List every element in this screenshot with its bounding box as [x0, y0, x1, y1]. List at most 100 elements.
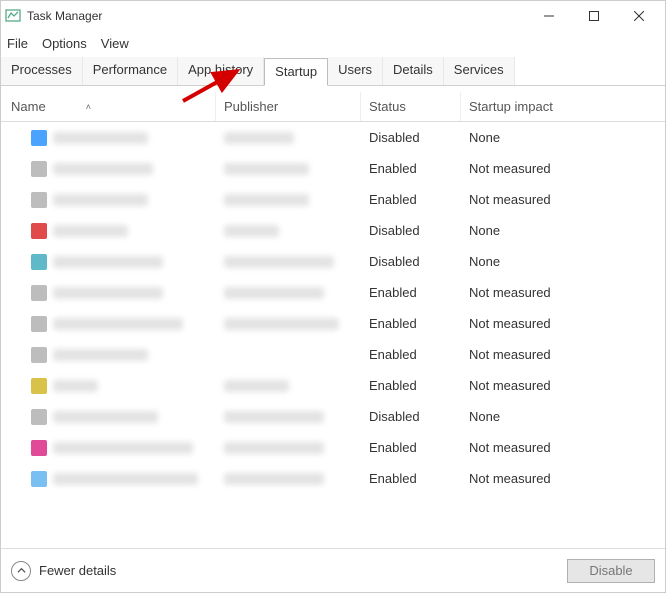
task-manager-window: Task Manager File Options View Processes… — [0, 0, 666, 593]
publisher-redacted — [224, 194, 309, 206]
app-icon — [31, 192, 47, 208]
status-value: Disabled — [361, 223, 461, 238]
status-value: Enabled — [361, 285, 461, 300]
fewer-details-label: Fewer details — [39, 563, 116, 578]
column-header-publisher[interactable]: Publisher — [216, 92, 361, 121]
tab-users[interactable]: Users — [328, 57, 383, 85]
table-row[interactable]: EnabledNot measured — [1, 339, 665, 370]
tab-performance[interactable]: Performance — [83, 57, 178, 85]
menubar: File Options View — [1, 31, 665, 55]
app-name-redacted — [53, 194, 148, 206]
table-row[interactable]: EnabledNot measured — [1, 463, 665, 494]
bottom-bar: Fewer details Disable — [1, 548, 665, 592]
table-row[interactable]: DisabledNone — [1, 215, 665, 246]
close-button[interactable] — [616, 1, 661, 31]
fewer-details-button[interactable]: Fewer details — [11, 561, 116, 581]
status-value: Disabled — [361, 254, 461, 269]
tab-bar: Processes Performance App history Startu… — [1, 57, 665, 86]
impact-value: None — [461, 254, 581, 269]
impact-value: None — [461, 409, 581, 424]
publisher-redacted — [224, 256, 334, 268]
titlebar[interactable]: Task Manager — [1, 1, 665, 31]
table-row[interactable]: DisabledNone — [1, 401, 665, 432]
app-name-redacted — [53, 163, 153, 175]
column-header-name-label: Name — [11, 99, 46, 114]
app-name-redacted — [53, 442, 193, 454]
impact-value: Not measured — [461, 378, 581, 393]
impact-value: Not measured — [461, 192, 581, 207]
app-name-redacted — [53, 318, 183, 330]
publisher-redacted — [224, 163, 309, 175]
app-icon — [31, 440, 47, 456]
impact-value: Not measured — [461, 471, 581, 486]
app-name-redacted — [53, 349, 148, 361]
tab-services[interactable]: Services — [444, 57, 515, 85]
publisher-redacted — [224, 225, 279, 237]
status-value: Enabled — [361, 192, 461, 207]
table-row[interactable]: EnabledNot measured — [1, 308, 665, 339]
app-icon — [31, 316, 47, 332]
status-value: Disabled — [361, 130, 461, 145]
column-header-name[interactable]: Name ˄ — [1, 92, 216, 121]
app-name-redacted — [53, 256, 163, 268]
maximize-button[interactable] — [571, 1, 616, 31]
publisher-redacted — [224, 411, 324, 423]
app-icon — [31, 471, 47, 487]
impact-value: Not measured — [461, 347, 581, 362]
sort-indicator-icon: ˄ — [86, 102, 91, 112]
app-name-redacted — [53, 473, 198, 485]
impact-value: Not measured — [461, 161, 581, 176]
task-manager-icon — [5, 8, 21, 24]
disable-button[interactable]: Disable — [567, 559, 655, 583]
publisher-redacted — [224, 132, 294, 144]
tab-app-history[interactable]: App history — [178, 57, 264, 85]
app-name-redacted — [53, 380, 98, 392]
app-icon — [31, 130, 47, 146]
menu-file[interactable]: File — [7, 36, 28, 51]
status-value: Enabled — [361, 347, 461, 362]
status-value: Enabled — [361, 471, 461, 486]
app-icon — [31, 347, 47, 363]
publisher-redacted — [224, 287, 324, 299]
app-icon — [31, 254, 47, 270]
window-title: Task Manager — [27, 9, 526, 23]
impact-value: None — [461, 223, 581, 238]
window-controls — [526, 1, 661, 31]
app-icon — [31, 223, 47, 239]
startup-list: DisabledNoneEnabledNot measuredEnabledNo… — [1, 122, 665, 548]
table-row[interactable]: EnabledNot measured — [1, 153, 665, 184]
app-icon — [31, 285, 47, 301]
status-value: Disabled — [361, 409, 461, 424]
app-icon — [31, 378, 47, 394]
column-header-impact[interactable]: Startup impact — [461, 92, 581, 121]
impact-value: Not measured — [461, 316, 581, 331]
table-row[interactable]: DisabledNone — [1, 246, 665, 277]
tab-startup[interactable]: Startup — [264, 58, 328, 86]
publisher-redacted — [224, 318, 339, 330]
status-value: Enabled — [361, 440, 461, 455]
column-headers: Name ˄ Publisher Status Startup impact — [1, 92, 665, 122]
table-row[interactable]: EnabledNot measured — [1, 432, 665, 463]
app-name-redacted — [53, 287, 163, 299]
status-value: Enabled — [361, 316, 461, 331]
tab-processes[interactable]: Processes — [1, 57, 83, 85]
menu-options[interactable]: Options — [42, 36, 87, 51]
status-value: Enabled — [361, 161, 461, 176]
app-name-redacted — [53, 132, 148, 144]
impact-value: Not measured — [461, 285, 581, 300]
table-row[interactable]: DisabledNone — [1, 122, 665, 153]
table-row[interactable]: EnabledNot measured — [1, 277, 665, 308]
publisher-redacted — [224, 473, 324, 485]
tab-details[interactable]: Details — [383, 57, 444, 85]
impact-value: Not measured — [461, 440, 581, 455]
impact-value: None — [461, 130, 581, 145]
app-name-redacted — [53, 225, 128, 237]
publisher-redacted — [224, 380, 289, 392]
app-name-redacted — [53, 411, 158, 423]
table-row[interactable]: EnabledNot measured — [1, 184, 665, 215]
table-row[interactable]: EnabledNot measured — [1, 370, 665, 401]
menu-view[interactable]: View — [101, 36, 129, 51]
minimize-button[interactable] — [526, 1, 571, 31]
publisher-redacted — [224, 442, 324, 454]
column-header-status[interactable]: Status — [361, 92, 461, 121]
